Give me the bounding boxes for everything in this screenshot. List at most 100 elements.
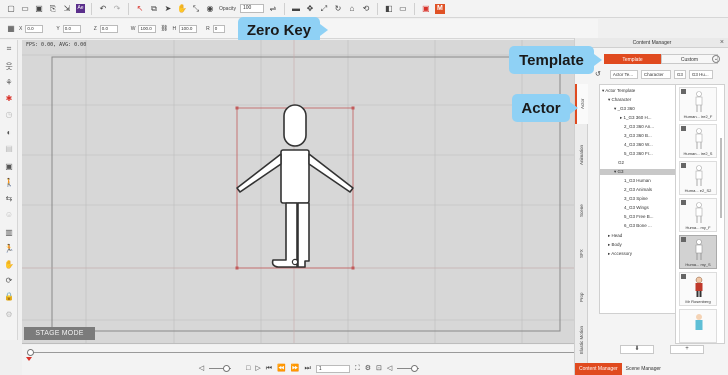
eye-icon[interactable]: ◉: [205, 4, 215, 14]
thumbnail-item[interactable]: Human... ire2_F: [679, 87, 717, 121]
thumbnail-item[interactable]: Mr Rosenberg: [679, 272, 717, 306]
refresh-icon[interactable]: ↺: [595, 70, 601, 78]
tree-item[interactable]: 4_G3 360 W...: [624, 142, 653, 148]
timeline-scrubber[interactable]: [22, 345, 596, 362]
undo-icon[interactable]: ↶: [98, 4, 108, 14]
tree-item[interactable]: 5_G3 Free B...: [624, 214, 654, 220]
after-effects-icon[interactable]: Ae: [76, 4, 85, 13]
side-tab-prop[interactable]: Prop: [575, 282, 588, 312]
tree-item[interactable]: 2_G3 360 An...: [624, 124, 654, 130]
timeline-icon[interactable]: ▥: [4, 228, 14, 238]
rotation-input[interactable]: 0: [212, 24, 225, 33]
width-input[interactable]: 100.0: [138, 24, 157, 33]
play-icon[interactable]: ▷: [255, 365, 260, 372]
tree-item[interactable]: ▾ Character: [608, 97, 631, 103]
side-tab-animation[interactable]: Animation: [575, 130, 588, 180]
copy-icon[interactable]: ⧉: [149, 4, 159, 14]
tab-content-manager[interactable]: Content Manager: [575, 363, 622, 375]
tree-item[interactable]: ▸ Accessory: [608, 251, 632, 257]
tab-template[interactable]: Template: [604, 54, 661, 64]
thumbnail-item[interactable]: Huma... e2_S2: [679, 161, 717, 195]
z-input[interactable]: 0.0: [99, 24, 118, 33]
marketplace-icon[interactable]: M: [434, 3, 445, 14]
spring-icon[interactable]: ⟳: [4, 276, 14, 286]
select-tool-icon[interactable]: ↖: [135, 4, 145, 14]
opacity-input[interactable]: 100: [239, 4, 264, 13]
tree-item[interactable]: ▾ Actor Template: [602, 88, 635, 94]
speed-slider[interactable]: [209, 365, 232, 372]
mirror-icon[interactable]: ◧: [384, 4, 394, 14]
thumbnail-item[interactable]: Huma... my_F: [679, 198, 717, 232]
camera-icon[interactable]: ▬: [291, 4, 301, 14]
thumbnail-item[interactable]: Human... ire2_S: [679, 124, 717, 158]
expand-icon[interactable]: ⌄: [712, 55, 720, 63]
close-icon[interactable]: ×: [720, 38, 724, 48]
grid-icon[interactable]: ▦: [6, 24, 16, 34]
tree-item[interactable]: 3_G3 360 B...: [624, 133, 652, 139]
volume-slider[interactable]: [397, 365, 420, 372]
side-tab-scene[interactable]: Scene: [575, 194, 588, 228]
morph-icon[interactable]: ⇆: [4, 194, 14, 204]
tree-item[interactable]: 2_G3 Animals: [624, 187, 652, 193]
pointer-icon[interactable]: ➤: [163, 4, 173, 14]
save-icon[interactable]: ▣: [34, 4, 44, 14]
tree-item[interactable]: ▾ _G3 360: [614, 106, 635, 112]
tree-item[interactable]: ▸ 1_G3 360 H...: [620, 115, 652, 121]
tree-item[interactable]: 1_G3 Human: [624, 178, 651, 184]
frame-input[interactable]: 1: [315, 364, 350, 373]
volume-icon[interactable]: ◁: [199, 365, 204, 372]
motion-icon[interactable]: ✱: [4, 94, 14, 104]
redo-icon[interactable]: ↷: [112, 4, 122, 14]
puppet-icon[interactable]: ⚘: [4, 78, 14, 88]
prev-frame-icon[interactable]: ⏪: [277, 365, 286, 372]
new-file-icon[interactable]: ▢: [6, 4, 16, 14]
last-frame-icon[interactable]: ⏭: [305, 365, 311, 372]
reset-icon[interactable]: ⟲: [361, 4, 371, 14]
render-icon[interactable]: ▣: [421, 4, 431, 14]
first-frame-icon[interactable]: ⏮: [266, 365, 272, 372]
speaker-icon[interactable]: ◁: [387, 365, 392, 372]
fullscreen-icon[interactable]: ▭: [398, 4, 408, 14]
breadcrumb-item[interactable]: Actor Te...: [609, 69, 638, 79]
side-tab-elastic-motion[interactable]: Elastic Motion: [575, 316, 588, 364]
link-icon[interactable]: ⛓: [159, 24, 169, 34]
rotate-icon[interactable]: ↻: [333, 4, 343, 14]
thumbnail-item[interactable]: [679, 309, 717, 343]
breadcrumb-item[interactable]: G3: [673, 69, 686, 79]
next-frame-icon[interactable]: ⏩: [291, 365, 300, 372]
export-icon[interactable]: ⇲: [62, 4, 72, 14]
tree-item[interactable]: G2: [618, 160, 624, 166]
transform-icon[interactable]: ⤡: [191, 4, 201, 14]
tree-item[interactable]: ▸ Body: [608, 242, 622, 248]
stage-viewport[interactable]: FPS: 0.00, AVG: 0.00 STAGE MODE: [22, 40, 596, 344]
tree-item[interactable]: 4_G3 Wings: [624, 205, 649, 211]
stop-icon[interactable]: □: [246, 365, 250, 372]
sprite-icon[interactable]: ▣: [4, 162, 14, 172]
record-icon[interactable]: ⊡: [376, 365, 382, 372]
tree-item-selected[interactable]: ▾ G3: [600, 169, 676, 175]
thumbnail-scrollbar[interactable]: [720, 138, 722, 218]
breadcrumb-item[interactable]: Character: [640, 69, 671, 79]
settings-icon[interactable]: ⚙: [365, 365, 371, 372]
flip-icon[interactable]: ⇌: [268, 4, 278, 14]
walk-icon[interactable]: 🚶: [4, 178, 14, 188]
height-input[interactable]: 100.0: [179, 24, 198, 33]
thumbnail-item-selected[interactable]: Huma... my_S: [679, 235, 717, 269]
actor-icon[interactable]: 웃: [4, 62, 14, 72]
add-button[interactable]: +: [670, 345, 704, 354]
bone-tool-icon[interactable]: ⌗: [4, 44, 14, 54]
composer-icon[interactable]: ◐: [4, 128, 14, 138]
tab-custom[interactable]: Custom: [661, 54, 718, 64]
home-icon[interactable]: ⌂: [347, 4, 357, 14]
timeline-knob[interactable]: [27, 349, 34, 356]
run-icon[interactable]: 🏃: [4, 244, 14, 254]
y-input[interactable]: 0.0: [62, 24, 81, 33]
breadcrumb-item[interactable]: G3 Hu...: [688, 69, 713, 79]
tree-item[interactable]: 5_G3 360 Fr...: [624, 151, 653, 157]
scale-icon[interactable]: ⤢: [319, 4, 329, 14]
hand-pose-icon[interactable]: ✋: [4, 260, 14, 270]
fullscreen-preview-icon[interactable]: ⛶: [355, 365, 360, 372]
download-button[interactable]: ⬇: [620, 345, 654, 354]
tab-scene-manager[interactable]: Scene Manager: [621, 363, 665, 375]
x-input[interactable]: 0.0: [25, 24, 44, 33]
